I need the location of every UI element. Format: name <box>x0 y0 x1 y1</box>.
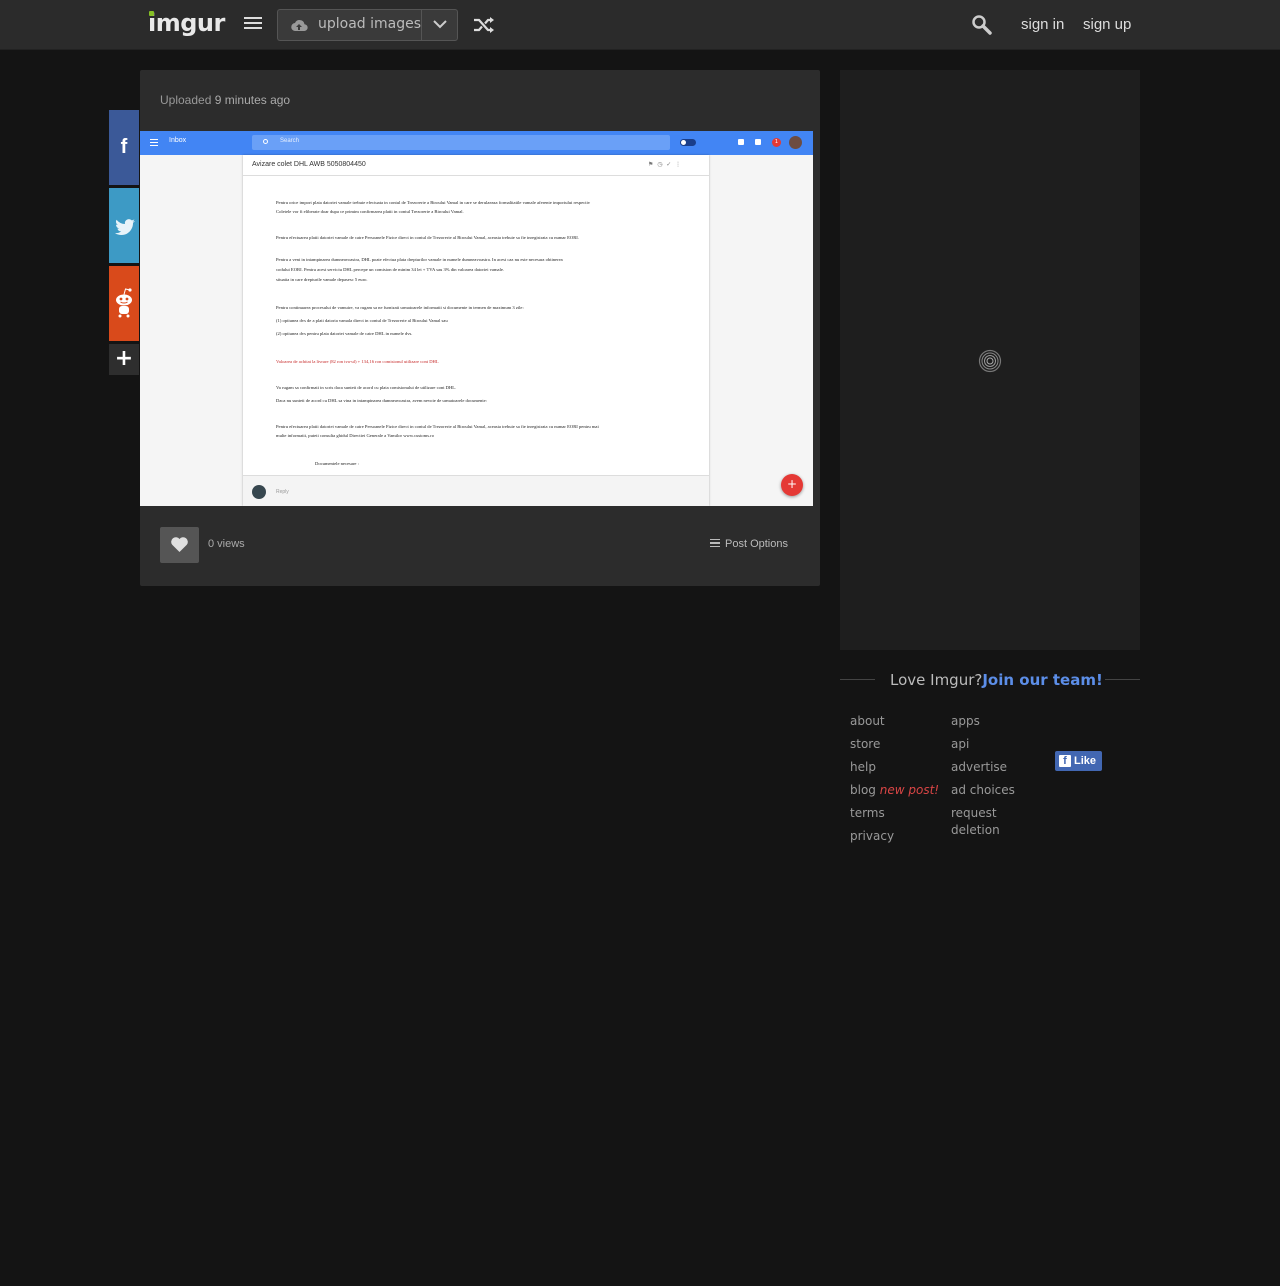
list-icon <box>710 538 720 550</box>
email-line: Va rugam sa confirmati in scris daca sun… <box>276 385 457 390</box>
facebook-icon: f <box>1059 755 1071 767</box>
email-line: situatia in care drepturile vamale depas… <box>276 277 368 282</box>
gmail-search-icon <box>263 139 268 144</box>
top-navigation-bar: imgur upload images sign in sign up <box>0 0 1280 50</box>
footer-links-col1: about store help blog new post! terms pr… <box>850 713 939 851</box>
gmail-subject: Avizare colet DHL AWB 5050804450 <box>252 161 366 168</box>
logo-dot <box>149 11 154 16</box>
logo-text: imgur <box>148 9 225 37</box>
twitter-icon <box>115 219 135 235</box>
gmail-menu-icon <box>150 139 158 148</box>
share-twitter-button[interactable] <box>109 188 139 263</box>
gmail-search-bar: Search <box>252 135 670 150</box>
footer-link-about[interactable]: about <box>850 713 939 736</box>
search-icon[interactable] <box>971 14 993 36</box>
upload-images-button[interactable]: upload images <box>277 9 422 41</box>
gmail-title: Inbox <box>169 137 187 144</box>
email-line: Pentru efectuarea platii datoriei vamale… <box>276 424 599 429</box>
email-line: Pentru efectuarea platii datoriei vamale… <box>276 235 579 240</box>
sign-in-link[interactable]: sign in <box>1021 16 1064 33</box>
divider <box>840 679 875 680</box>
share-reddit-button[interactable] <box>109 266 139 341</box>
post-container: Uploaded 9 minutes ago Inbox Search 1 Av… <box>140 70 820 586</box>
footer-link-store[interactable]: store <box>850 736 939 759</box>
gmail-toolbar-icons: ⚑ ◷ ✓ ⋮ <box>648 161 682 168</box>
post-options-button[interactable]: Post Options <box>710 538 788 550</box>
cloud-upload-icon <box>291 20 308 32</box>
post-options-label: Post Options <box>725 538 788 550</box>
footer-link-blog[interactable]: blog new post! <box>850 782 939 805</box>
join-team-link[interactable]: Join our team! <box>982 671 1102 689</box>
plus-icon: + <box>114 346 134 371</box>
upload-images-label: upload images <box>318 16 422 32</box>
new-post-badge: new post! <box>879 783 940 797</box>
footer-link-help[interactable]: help <box>850 759 939 782</box>
footer-link-api[interactable]: api <box>951 736 1031 759</box>
email-line: (2) optiunea dvs pentru plata datoriei v… <box>276 331 413 336</box>
facebook-icon: f <box>120 136 128 158</box>
footer-link-ad-choices[interactable]: ad choices <box>951 782 1031 805</box>
upload-options-dropdown[interactable] <box>421 9 458 41</box>
divider <box>1105 679 1140 680</box>
email-line: Pentru orice import plata datoriei vamal… <box>276 200 591 205</box>
footer-blog-label: blog <box>850 783 876 797</box>
gmail-message: Avizare colet DHL AWB 5050804450 ⚑ ◷ ✓ ⋮… <box>243 155 709 506</box>
sign-up-link[interactable]: sign up <box>1083 16 1131 33</box>
menu-icon[interactable] <box>244 17 262 33</box>
email-line: (1) optiunea dvs de a plati datoria vama… <box>276 318 448 323</box>
uploaded-time: 9 minutes ago <box>214 93 291 107</box>
facebook-like-button[interactable]: f Like <box>1055 751 1102 771</box>
upload-info: Uploaded 9 minutes ago <box>160 93 290 107</box>
gmail-compose-fab: + <box>781 474 803 496</box>
gmail-search-placeholder: Search <box>280 138 300 144</box>
reddit-icon <box>116 288 132 318</box>
share-more-button[interactable]: + <box>109 344 139 375</box>
shuffle-icon[interactable] <box>473 16 495 34</box>
footer-link-request-deletion[interactable]: request deletion <box>951 805 1031 839</box>
reply-label: Reply <box>276 489 289 495</box>
love-imgur-banner: Love Imgur?Join our team! <box>840 670 1140 694</box>
email-line: Documentele necesare : <box>315 461 359 466</box>
ad-panel <box>840 70 1140 650</box>
views-count: 0 views <box>208 538 245 550</box>
email-line: multe informatii, puteti consulta ghidul… <box>276 433 435 438</box>
gmail-avatar <box>789 136 802 149</box>
favorite-button[interactable] <box>160 527 199 563</box>
facebook-like-label: Like <box>1074 755 1097 767</box>
gmail-toggle <box>680 139 696 146</box>
uploaded-label: Uploaded <box>160 93 212 107</box>
chevron-down-icon <box>433 20 447 29</box>
email-line: Pentru continuarea procesului de vamuire… <box>276 305 524 310</box>
spinner-icon <box>978 349 1002 373</box>
email-line-highlight: Valoarea de achitat la livrare (82 ron t… <box>276 359 439 364</box>
email-line: Daca nu sunteti de acord cu DHL sa vina … <box>276 398 487 403</box>
reply-avatar <box>252 485 266 499</box>
email-line: Coletele vor fi eliberate doar dupa ce p… <box>276 209 464 214</box>
footer-link-privacy[interactable]: privacy <box>850 828 939 851</box>
heart-icon <box>171 537 188 552</box>
gmail-apps-icon <box>755 139 761 145</box>
footer-link-apps[interactable]: apps <box>951 713 1031 736</box>
email-line: Pentru a veni in intampinarea dumneavoas… <box>276 257 563 262</box>
gmail-app-bar: Inbox Search 1 <box>140 131 813 155</box>
gmail-notification-icon <box>738 139 744 145</box>
footer-link-terms[interactable]: terms <box>850 805 939 828</box>
footer-link-advertise[interactable]: advertise <box>951 759 1031 782</box>
gmail-reply-bar: Reply <box>243 475 709 506</box>
footer-links-col2: apps api advertise ad choices request de… <box>951 713 1031 839</box>
love-imgur-label: Love Imgur? <box>890 671 983 689</box>
email-line: codului EORI. Pentru acest serviciu DHL … <box>276 267 505 272</box>
post-image[interactable]: Inbox Search 1 Avizare colet DHL AWB 505… <box>140 131 813 506</box>
love-imgur-text: Love Imgur?Join our team! <box>890 671 1103 689</box>
share-facebook-button[interactable]: f <box>109 110 139 185</box>
gmail-badge: 1 <box>772 138 781 147</box>
gmail-subject-divider <box>243 175 709 176</box>
imgur-logo[interactable]: imgur <box>148 9 225 37</box>
